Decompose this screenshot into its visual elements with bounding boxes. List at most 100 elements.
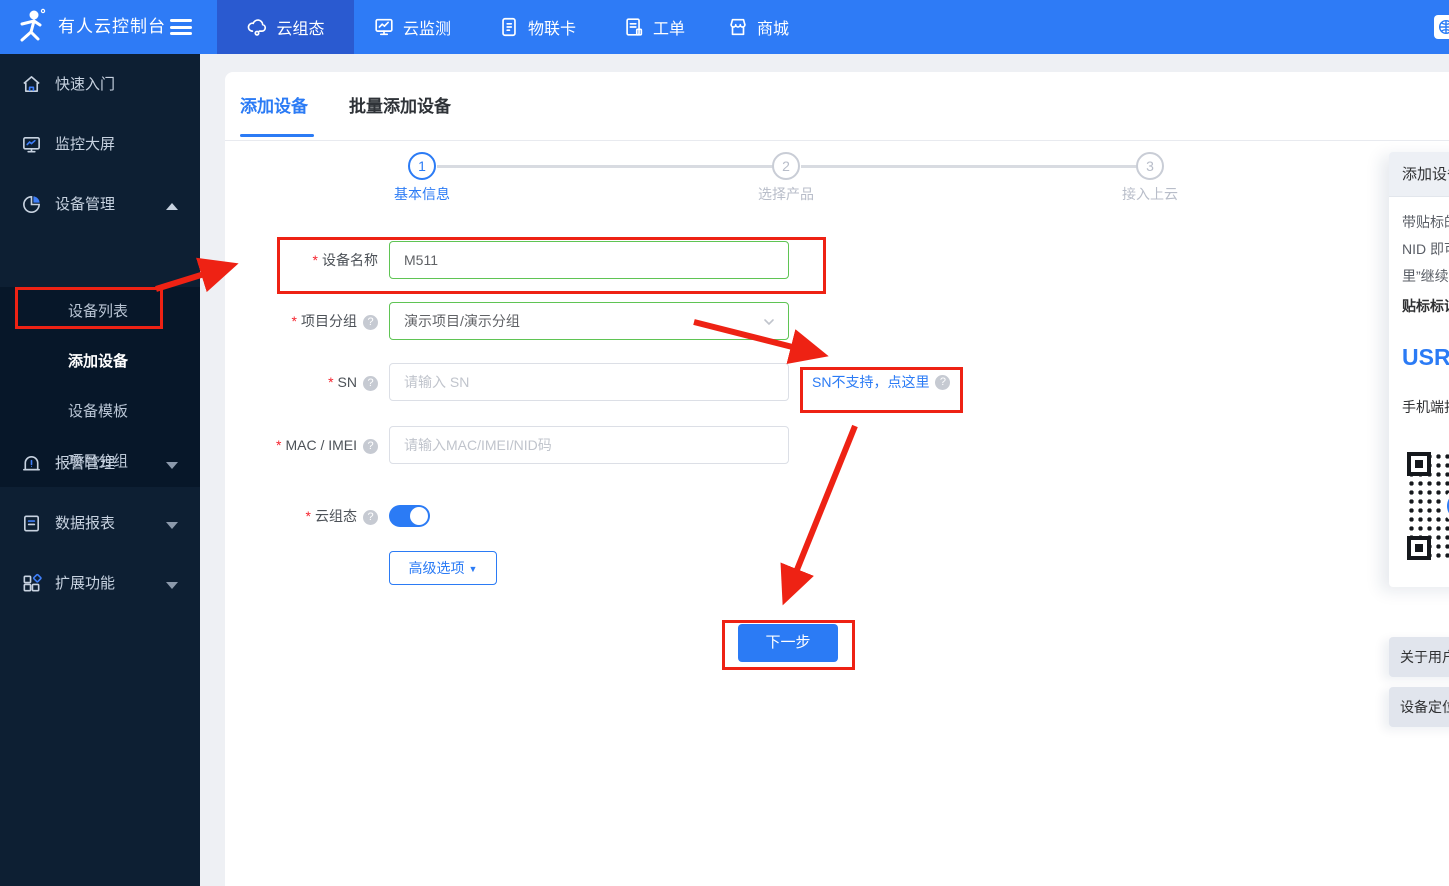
menu-toggle-icon[interactable] xyxy=(170,19,192,35)
device-name-input[interactable] xyxy=(389,241,789,279)
tab-mall[interactable]: 商城 xyxy=(708,0,808,54)
chevron-down-icon xyxy=(166,462,178,469)
device-name-label: * 设备名称 xyxy=(312,252,378,268)
sidebar-item-device-management[interactable]: 设备管理 xyxy=(0,180,200,230)
help-text-bold: 贴标标识 xyxy=(1402,298,1449,314)
sidebar-item-monitor-screen[interactable]: 监控大屏 xyxy=(0,120,200,170)
help-icon[interactable]: ? xyxy=(363,509,378,525)
advanced-options-button[interactable]: 高级选项 ▼ xyxy=(389,551,497,585)
tab-work-order[interactable]: 工单 xyxy=(606,0,702,54)
section-about-user[interactable]: 关于用户 xyxy=(1389,637,1449,677)
chevron-up-icon xyxy=(166,203,178,210)
phone-scan-text: 手机端扫 xyxy=(1402,399,1449,415)
tab-label: 云监测 xyxy=(402,21,451,38)
sidebar-item-alarm-management[interactable]: 报警管理 xyxy=(0,439,200,489)
step-3-circle: 3 xyxy=(1136,152,1164,180)
actions-row: 下一步 xyxy=(225,624,1449,662)
tab-iot-card[interactable]: 物联卡 xyxy=(480,0,594,54)
step-3-label: 接入上云 xyxy=(1122,186,1178,202)
sidebar-item-quick-start[interactable]: 快速入门 xyxy=(0,60,200,110)
sidebar-item-label: 报警管理 xyxy=(55,455,116,472)
mac-imei-input[interactable] xyxy=(389,426,789,464)
sidebar-item-label: 设备管理 xyxy=(55,196,116,213)
sidebar-item-label: 扩展功能 xyxy=(55,575,116,592)
tab-cloud-scada[interactable]: 云组态 xyxy=(217,0,354,54)
sidebar-item-label: 数据报表 xyxy=(55,515,116,532)
cloud-scada-label: * 云组态? xyxy=(178,497,378,535)
sn-label: * SN? xyxy=(178,363,378,401)
project-group-label: * 项目分组? xyxy=(178,302,378,340)
help-panel-title: 添加设备 xyxy=(1389,152,1449,197)
device-name-row: * 设备名称 xyxy=(225,241,1449,279)
sn-link-text: SN不支持，点这里 xyxy=(812,374,930,390)
pie-icon xyxy=(23,196,40,213)
tab-cloud-monitor[interactable]: 云监测 xyxy=(354,0,470,54)
screen-icon xyxy=(23,137,40,153)
sidebar-item-device-template[interactable]: 设备模板 xyxy=(0,387,200,437)
iot-card-icon xyxy=(502,17,516,37)
sidebar-item-device-list[interactable]: 设备列表 xyxy=(0,287,200,337)
cloud-scada-row: * 云组态? xyxy=(225,497,1449,535)
qr-code xyxy=(1405,450,1449,562)
report-icon xyxy=(24,515,39,532)
help-text-line: NID 即可 xyxy=(1402,241,1449,257)
tab-batch-add-device[interactable]: 批量添加设备 xyxy=(349,92,451,117)
required-asterisk: * xyxy=(328,374,334,390)
sidebar-item-extensions[interactable]: 扩展功能 xyxy=(0,559,200,609)
active-tab-underline xyxy=(240,134,314,137)
step-1-label: 基本信息 xyxy=(394,186,450,202)
app-title: 有人云控制台 xyxy=(58,17,166,36)
chevron-down-icon xyxy=(764,319,774,326)
help-icon[interactable]: ? xyxy=(363,375,378,391)
advanced-options-row: 高级选项 ▼ xyxy=(225,551,1449,585)
help-text-line: 里”继续 xyxy=(1402,268,1449,284)
language-globe-icon[interactable] xyxy=(1434,15,1449,39)
cloud-monitor-icon xyxy=(375,18,393,36)
qr-finder xyxy=(1407,536,1431,560)
required-asterisk: * xyxy=(291,313,297,329)
project-group-row: * 项目分组? 演示项目/演示分组 xyxy=(225,302,1449,340)
cloud-scada-toggle[interactable] xyxy=(389,505,430,527)
help-icon[interactable]: ? xyxy=(363,314,378,330)
main-card: 添加设备 批量添加设备 1 2 3 基本信息 选择产品 接入上云 *设备名称 *… xyxy=(225,72,1449,886)
step-connector xyxy=(437,165,773,168)
help-icon[interactable]: ? xyxy=(935,374,951,390)
mac-imei-row: * MAC / IMEI? xyxy=(225,426,1449,464)
home-icon xyxy=(23,76,40,92)
step-1-circle: 1 xyxy=(408,152,436,180)
step-2-label: 选择产品 xyxy=(758,186,814,202)
help-text-line: 带贴标的 xyxy=(1402,214,1449,230)
sn-input[interactable] xyxy=(389,363,789,401)
chevron-down-icon xyxy=(166,582,178,589)
topbar: 有人云控制台 云组态 云监测 物联卡 工单 商城 xyxy=(0,0,1449,54)
mac-imei-label: * MAC / IMEI? xyxy=(178,426,378,464)
project-group-select[interactable]: 演示项目/演示分组 xyxy=(389,302,789,340)
tab-add-device[interactable]: 添加设备 xyxy=(240,92,308,117)
sidebar: 快速入门 监控大屏 设备管理 设备列表 添加设备 设备模板 项目分组 报警管理 … xyxy=(0,54,200,886)
qr-finder xyxy=(1407,452,1431,476)
tab-label: 物联卡 xyxy=(527,21,576,38)
required-asterisk: * xyxy=(305,508,311,524)
sidebar-item-add-device[interactable]: 添加设备 xyxy=(0,337,200,387)
required-asterisk: * xyxy=(275,437,282,453)
tab-row-divider xyxy=(225,140,1449,141)
sidebar-item-data-report[interactable]: 数据报表 xyxy=(0,499,200,549)
sn-not-supported-link[interactable]: SN不支持，点这里 ? xyxy=(812,372,951,392)
tab-label: 云组态 xyxy=(276,21,325,38)
usr-brand-text: USR xyxy=(1402,344,1449,370)
tab-label: 商城 xyxy=(756,21,789,38)
usr-person-logo-icon xyxy=(20,8,46,42)
help-icon[interactable]: ? xyxy=(363,438,378,454)
cloud-icon xyxy=(248,19,267,36)
next-step-button[interactable]: 下一步 xyxy=(738,624,838,662)
required-asterisk: * xyxy=(312,252,318,268)
step-connector xyxy=(801,165,1137,168)
section-device-location[interactable]: 设备定位 xyxy=(1389,687,1449,727)
page: 有人云控制台 云组态 云监测 物联卡 工单 商城 快速入门 监控大屏 设备管理 … xyxy=(0,0,1449,886)
sn-row: *SN? SN不支持，点这里 ? xyxy=(225,363,1449,401)
project-group-value: 演示项目/演示分组 xyxy=(404,313,520,329)
mall-icon xyxy=(730,18,746,36)
tab-label: 工单 xyxy=(652,21,685,38)
step-2-circle: 2 xyxy=(772,152,800,180)
alarm-icon xyxy=(23,456,40,471)
